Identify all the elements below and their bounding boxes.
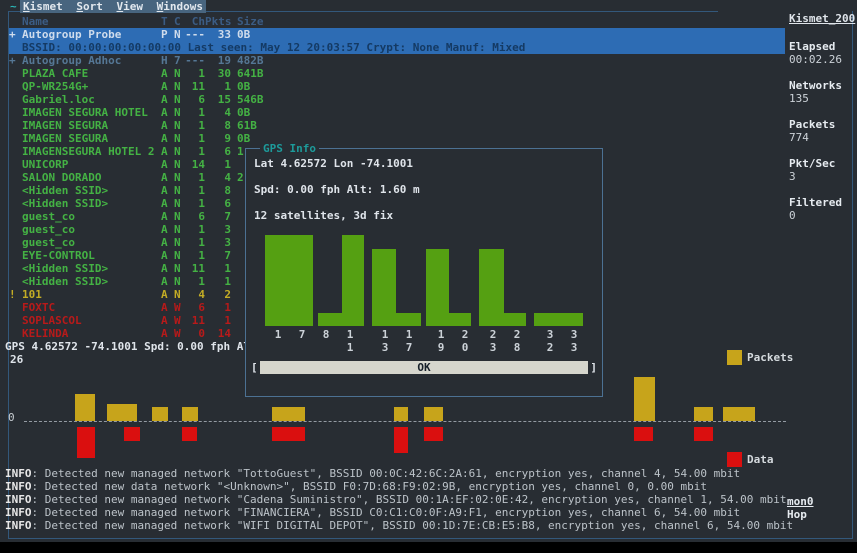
prn-digit-bottom xyxy=(296,341,308,354)
data-legend-swatch xyxy=(727,452,742,467)
panel-border-bottom xyxy=(8,538,853,539)
satellite-bar xyxy=(449,313,471,326)
log-level: INFO xyxy=(5,480,32,493)
satellite-prn-label: 19 xyxy=(435,328,447,354)
prn-digit-top: 3 xyxy=(568,328,580,341)
dialog-button-row: [ OK ] xyxy=(246,361,602,375)
prn-digit-top: 3 xyxy=(544,328,556,341)
satellite-prn-label: 33 xyxy=(568,328,580,354)
info-log: INFO: Detected new managed network "Tott… xyxy=(5,467,850,532)
prn-digit-bottom: 0 xyxy=(459,341,471,354)
satellite-bar xyxy=(396,313,421,326)
satellite-prn-label: 1 xyxy=(272,328,284,354)
packets-bar xyxy=(152,407,168,421)
prn-digit-top: 2 xyxy=(511,328,523,341)
log-message: : Detected new managed network "TottoGue… xyxy=(32,467,741,480)
satellite-prn-label: 20 xyxy=(459,328,471,354)
prn-digit-top: 1 xyxy=(403,328,415,341)
satellite-bar xyxy=(289,235,313,326)
satellite-prn-label: 23 xyxy=(487,328,499,354)
prn-digit-bottom xyxy=(320,341,332,354)
satellite-prn-label: 8 xyxy=(320,328,332,354)
prn-digit-bottom: 3 xyxy=(487,341,499,354)
button-bracket-right: ] xyxy=(590,361,597,374)
satellite-bar xyxy=(479,249,504,326)
data-bar xyxy=(182,427,197,441)
log-level: INFO xyxy=(5,493,32,506)
prn-digit-bottom: 3 xyxy=(568,341,580,354)
log-message: : Detected new managed network "FINANCIE… xyxy=(32,506,741,519)
packets-bar xyxy=(182,407,198,421)
satellite-bar xyxy=(534,313,559,326)
packets-legend-swatch xyxy=(727,350,742,365)
data-bar xyxy=(424,427,443,441)
log-level: INFO xyxy=(5,467,32,480)
satellite-prn-label: 28 xyxy=(511,328,523,354)
satellite-prn-label: 7 xyxy=(296,328,308,354)
log-message: : Detected new managed network "WIFI DIG… xyxy=(32,519,794,532)
satellite-prn-label: 11 xyxy=(344,328,356,354)
prn-digit-bottom: 3 xyxy=(379,341,391,354)
gps-info-dialog: GPS Info Lat 4.62572 Lon -74.1001 Spd: 0… xyxy=(245,148,603,397)
prn-digit-top: 8 xyxy=(320,328,332,341)
log-message: : Detected new managed network "Cadena S… xyxy=(32,493,787,506)
prn-digit-bottom xyxy=(272,341,284,354)
data-bar xyxy=(77,427,95,458)
packets-bar xyxy=(394,407,408,421)
log-line: INFO: Detected new managed network "FINA… xyxy=(5,506,850,519)
log-message: : Detected new data network "<Unknown>",… xyxy=(32,480,708,493)
button-bracket-left: [ xyxy=(251,361,258,374)
data-bar xyxy=(124,427,140,441)
satellite-bar xyxy=(559,313,583,326)
packets-bar xyxy=(272,407,305,421)
satellite-bar xyxy=(265,235,289,326)
data-bar xyxy=(634,427,653,441)
log-line: INFO: Detected new managed network "Cade… xyxy=(5,493,850,506)
satellite-prn-label: 17 xyxy=(403,328,415,354)
data-legend-label: Data xyxy=(747,453,774,466)
packets-legend-label: Packets xyxy=(747,351,793,364)
packets-bar xyxy=(424,407,443,421)
prn-digit-top: 1 xyxy=(344,328,356,341)
ok-button[interactable]: OK xyxy=(260,361,588,374)
data-bar xyxy=(394,427,408,453)
packets-bar xyxy=(75,394,95,421)
prn-digit-top: 1 xyxy=(272,328,284,341)
prn-digit-bottom: 7 xyxy=(403,341,415,354)
log-level: INFO xyxy=(5,506,32,519)
prn-digit-top: 1 xyxy=(379,328,391,341)
prn-digit-bottom: 2 xyxy=(544,341,556,354)
satellite-prn-labels: 1 7 8 11 13 17 xyxy=(246,328,602,354)
graph-baseline xyxy=(24,421,786,422)
data-bar xyxy=(694,427,713,441)
satellite-bar xyxy=(426,249,449,326)
satellite-bar xyxy=(342,235,364,326)
prn-digit-bottom: 1 xyxy=(344,341,356,354)
log-line: INFO: Detected new managed network "WIFI… xyxy=(5,519,850,532)
satellite-bar xyxy=(372,249,396,326)
prn-digit-bottom: 8 xyxy=(511,341,523,354)
satellite-prn-label: 13 xyxy=(379,328,391,354)
satellite-bar xyxy=(318,313,342,326)
prn-digit-top: 2 xyxy=(487,328,499,341)
satellite-prn-label: 32 xyxy=(544,328,556,354)
satellite-signal-chart xyxy=(246,149,602,326)
log-level: INFO xyxy=(5,519,32,532)
graph-zero-label: 0 xyxy=(8,411,15,424)
packets-bar xyxy=(634,377,655,421)
log-line: INFO: Detected new data network "<Unknow… xyxy=(5,480,850,493)
packets-bar xyxy=(107,404,137,421)
prn-digit-top: 2 xyxy=(459,328,471,341)
log-line: INFO: Detected new managed network "Tott… xyxy=(5,467,850,480)
packets-bar xyxy=(723,407,755,421)
prn-digit-top: 7 xyxy=(296,328,308,341)
kismet-screen: ~ Kismet Sort View Windows Name T C Ch P… xyxy=(0,0,857,553)
packets-bar xyxy=(694,407,713,421)
prn-digit-bottom: 9 xyxy=(435,341,447,354)
data-bar xyxy=(272,427,305,441)
satellite-bar xyxy=(504,313,526,326)
prn-digit-top: 1 xyxy=(435,328,447,341)
